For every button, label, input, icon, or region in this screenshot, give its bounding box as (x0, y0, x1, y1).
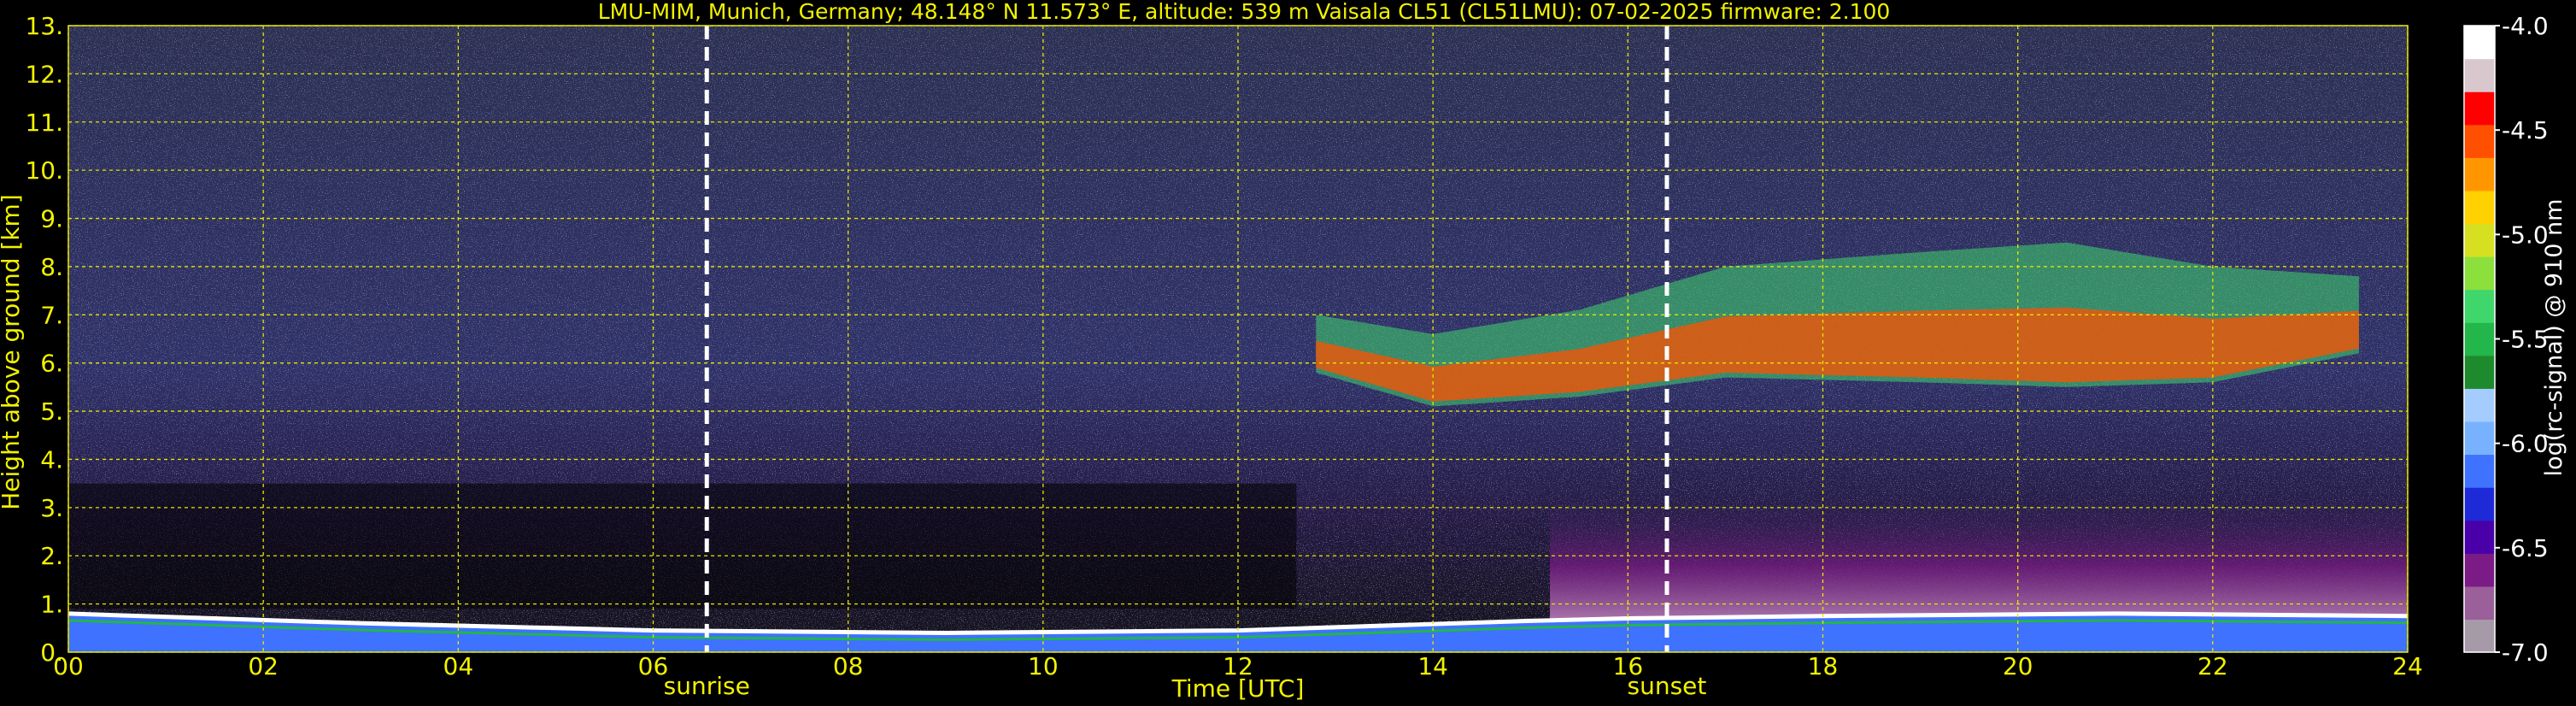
colorbar-segment (2464, 553, 2495, 587)
x-tick-label: 08 (833, 652, 864, 680)
y-tick-label: 0. (40, 638, 63, 667)
x-tick-label: 24 (2392, 652, 2423, 680)
chart-title: LMU-MIM, Munich, Germany; 48.148° N 11.5… (598, 0, 1891, 24)
colorbar-segment (2464, 124, 2495, 158)
colorbar-label: log(rc-signal) @ 910 nm (2541, 199, 2567, 477)
plot-area (67, 25, 2409, 653)
sunrise-label: sunrise (664, 672, 750, 700)
colorbar-tick-label: -7.0 (2502, 638, 2549, 667)
colorbar-segment (2464, 487, 2495, 521)
y-tick-label: 8. (40, 253, 63, 281)
colorbar-segment (2464, 421, 2495, 456)
y-tick-label: 1. (40, 591, 63, 619)
colorbar-segment (2464, 454, 2495, 488)
y-tick-label: 5. (40, 397, 63, 426)
colorbar-segment (2464, 520, 2495, 554)
y-tick-label: 9. (40, 205, 63, 233)
y-tick-label: 3. (40, 494, 63, 522)
x-tick-label: 02 (248, 652, 279, 680)
y-tick-label: 10. (25, 156, 63, 185)
y-tick-label: 11. (25, 109, 63, 137)
colorbar-segment (2464, 256, 2495, 291)
x-tick-label: 10 (1028, 652, 1059, 680)
y-tick-label: 7. (40, 301, 63, 329)
y-tick-label: 13. (25, 12, 63, 40)
colorbar: -4.0-4.5-5.0-5.5-6.0-6.5-7.0 (2463, 12, 2549, 667)
colorbar-segment (2464, 585, 2495, 621)
colorbar-tick-label: -6.5 (2502, 534, 2549, 562)
y-axis-ticks: 0. 1. 2. 3. 4. 5. 6. 7. 8. 9. 10. 11. 12. 13. (25, 12, 63, 667)
colorbar-segment (2464, 388, 2495, 422)
colorbar-segment (2464, 157, 2495, 191)
colorbar-segment (2464, 289, 2495, 323)
low-signal-region (68, 483, 1297, 609)
colorbar-segment (2464, 322, 2495, 356)
y-tick-label: 6. (40, 350, 63, 378)
ceilometer-chart: LMU-MIM, Munich, Germany; 48.148° N 11.5… (0, 0, 2567, 703)
colorbar-segment (2464, 91, 2495, 126)
y-tick-label: 4. (40, 445, 63, 474)
x-tick-label: 04 (443, 652, 474, 680)
y-tick-label: 12. (25, 60, 63, 88)
colorbar-segment (2464, 223, 2495, 257)
colorbar-tick-label: -4.0 (2502, 12, 2549, 40)
x-tick-label: 18 (1808, 652, 1839, 680)
x-axis-label: Time [UTC] (1171, 674, 1305, 703)
colorbar-segment (2464, 355, 2495, 389)
sunset-label: sunset (1628, 672, 1707, 700)
x-tick-label: 14 (1417, 652, 1448, 680)
y-tick-label: 2. (40, 542, 63, 570)
colorbar-segment (2464, 58, 2495, 92)
y-axis-label: Height above ground [km] (0, 194, 25, 510)
colorbar-tick-label: -4.5 (2502, 116, 2549, 144)
x-tick-label: 22 (2198, 652, 2228, 680)
x-tick-label: 20 (2003, 652, 2033, 680)
colorbar-segment (2464, 26, 2495, 60)
colorbar-segment (2464, 190, 2495, 225)
colorbar-segment (2464, 619, 2495, 653)
